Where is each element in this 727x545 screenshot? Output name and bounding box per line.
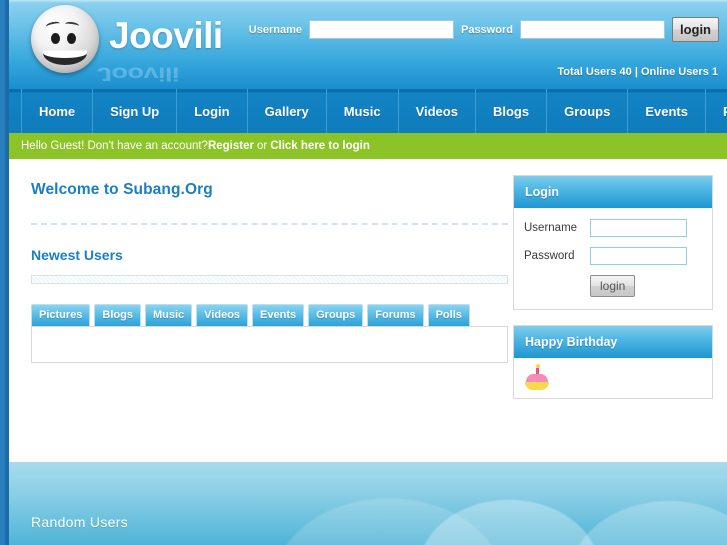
page-root: Joovili Joovili Username Password login … <box>0 0 727 545</box>
nav-item-music[interactable]: Music <box>327 89 399 133</box>
site-logo[interactable]: Joovili <box>31 5 223 73</box>
greeting-separator: or <box>256 140 268 152</box>
tab-groups[interactable]: Groups <box>308 304 364 326</box>
sidebar-login-actions: login <box>524 275 702 297</box>
tab-events[interactable]: Events <box>252 304 305 326</box>
main-navigation: Home Sign Up Login Gallery Music Videos … <box>9 89 727 133</box>
user-stats: Total Users 40 | Online Users 1 <box>557 66 718 78</box>
sidebar-birthday-box: Happy Birthday <box>513 325 713 399</box>
register-link[interactable]: Register <box>208 140 254 152</box>
tab-music[interactable]: Music <box>144 304 193 326</box>
tab-forums[interactable]: Forums <box>367 304 424 326</box>
content-tabs: Pictures Blogs Music Videos Events Group… <box>31 304 508 326</box>
header-username-input[interactable] <box>308 20 454 39</box>
header-password-input[interactable] <box>519 20 665 39</box>
smiley-face-icon <box>31 5 99 73</box>
sidebar-birthday-title: Happy Birthday <box>514 326 712 358</box>
sidebar-password-label: Password <box>524 250 575 262</box>
nav-item-groups[interactable]: Groups <box>547 89 629 133</box>
click-here-to-login-link[interactable]: Click here to login <box>270 140 370 152</box>
nav-item-gallery[interactable]: Gallery <box>248 89 327 133</box>
sidebar-login-body: Username Password login <box>514 208 712 309</box>
greeting-text: Hello Guest! Don't have an account? <box>21 140 208 152</box>
sidebar-username-label: Username <box>524 222 578 234</box>
sidebar-login-button[interactable]: login <box>590 275 636 297</box>
tab-panel <box>31 326 508 363</box>
nav-item-signup[interactable]: Sign Up <box>93 89 178 133</box>
sidebar-username-input[interactable] <box>590 219 687 237</box>
page-title: Welcome to Subang.Org <box>31 181 213 198</box>
header-login-button[interactable]: login <box>671 17 719 42</box>
birthday-cake-icon <box>524 364 550 390</box>
newest-users-stripe-bar <box>31 275 508 284</box>
sidebar-column: Login Username Password login Happy Birt… <box>509 159 727 462</box>
header-login-form: Username Password login <box>249 17 719 42</box>
content-area: Welcome to Subang.Org Newest Users Pictu… <box>9 159 727 462</box>
tab-pictures[interactable]: Pictures <box>31 304 91 326</box>
guest-greeting-bar: Hello Guest! Don't have an account? Regi… <box>9 133 727 159</box>
main-column: Welcome to Subang.Org Newest Users Pictu… <box>9 159 509 462</box>
sidebar-login-title: Login <box>514 176 712 208</box>
nav-item-login[interactable]: Login <box>177 89 248 133</box>
brand-name: Joovili <box>109 14 223 56</box>
tab-blogs[interactable]: Blogs <box>94 304 141 326</box>
sidebar-birthday-body <box>514 358 712 398</box>
sidebar-username-row: Username <box>524 219 702 237</box>
random-users-heading: Random Users <box>31 514 128 530</box>
nav-item-blogs[interactable]: Blogs <box>476 89 548 133</box>
sidebar-password-input[interactable] <box>590 247 687 265</box>
newest-users-heading: Newest Users <box>31 247 123 263</box>
site-footer: Random Users <box>9 462 727 545</box>
left-edge-strip <box>0 0 9 545</box>
header-password-label: Password <box>460 23 513 36</box>
sidebar-login-box: Login Username Password login <box>513 175 713 310</box>
site-header: Joovili Joovili Username Password login … <box>9 0 727 89</box>
nav-item-events[interactable]: Events <box>628 89 706 133</box>
nav-item-home[interactable]: Home <box>21 89 94 133</box>
nav-item-polls[interactable]: Polls <box>706 89 727 133</box>
tab-videos[interactable]: Videos <box>196 304 249 326</box>
dashed-divider <box>31 223 508 225</box>
nav-item-videos[interactable]: Videos <box>399 89 476 133</box>
header-username-label: Username <box>248 23 302 36</box>
tab-polls[interactable]: Polls <box>427 304 470 326</box>
sidebar-password-row: Password <box>524 247 702 265</box>
